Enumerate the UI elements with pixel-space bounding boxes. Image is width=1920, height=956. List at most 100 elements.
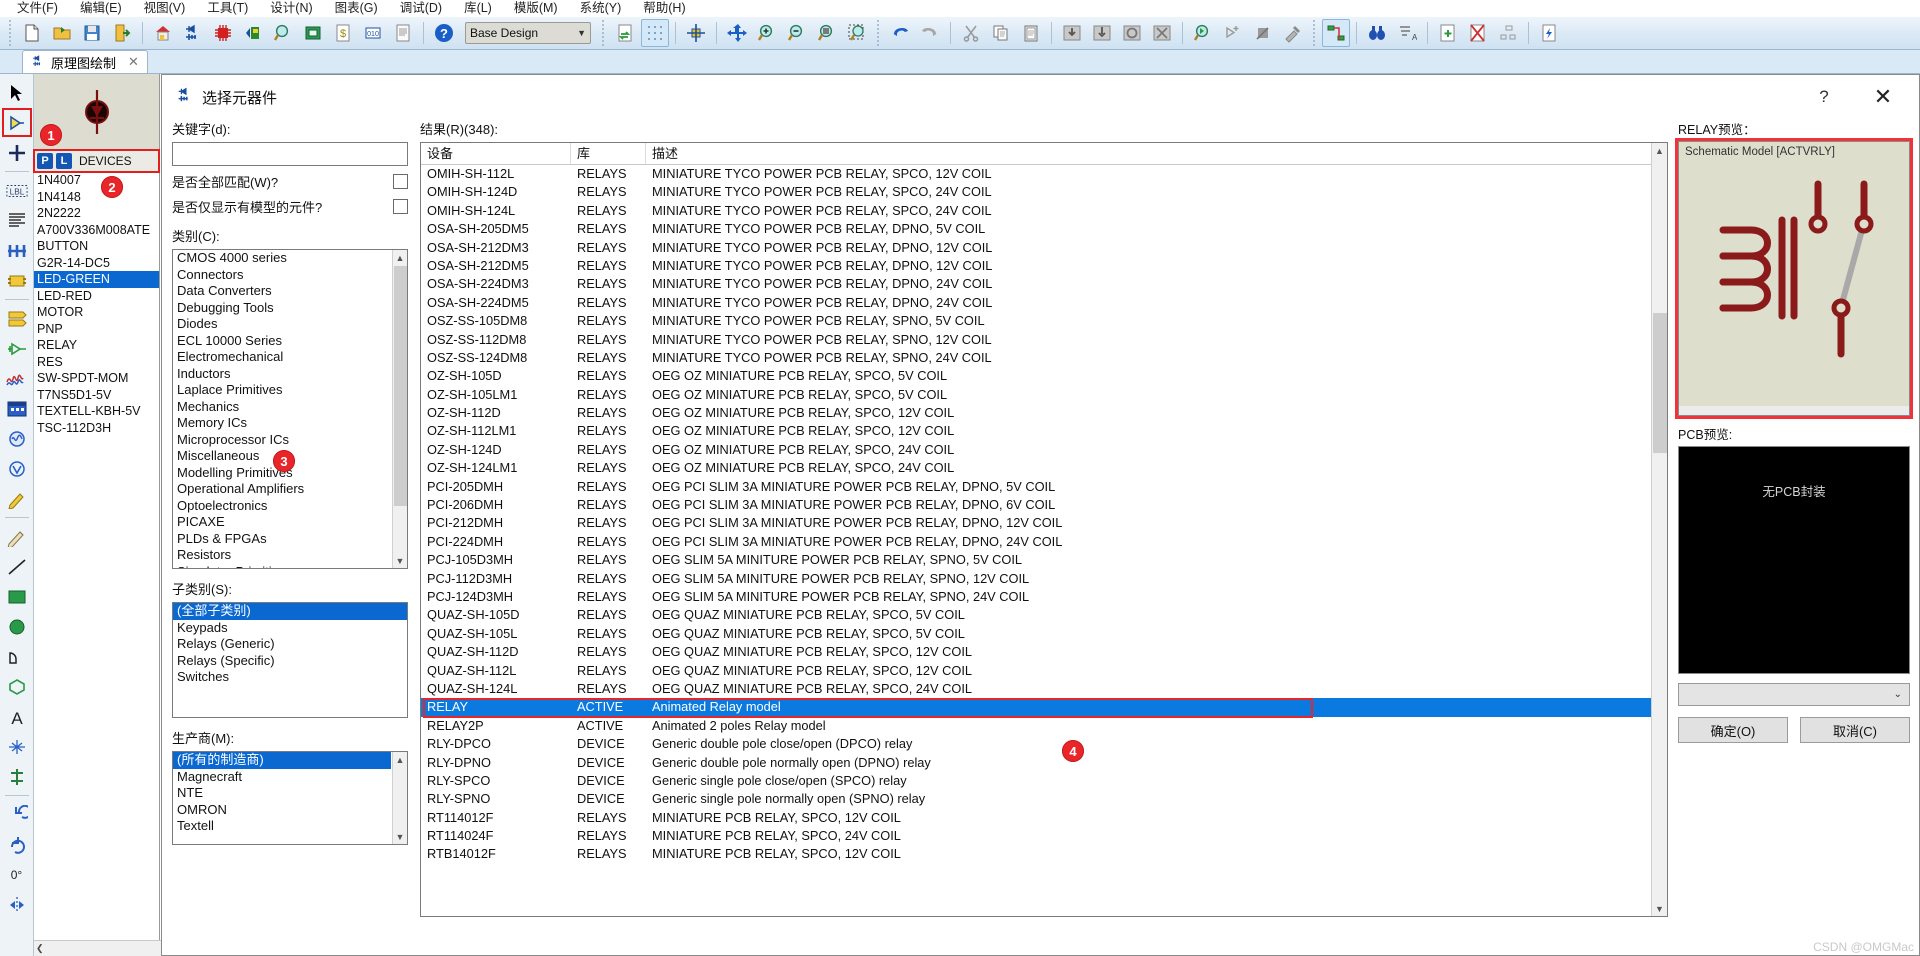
table-row[interactable]: OZ-SH-112D RELAYS OEG OZ MINIATURE PCB REL… bbox=[421, 404, 1667, 422]
pan-icon[interactable] bbox=[723, 19, 751, 47]
wrench-icon[interactable] bbox=[1279, 19, 1307, 47]
origin-icon[interactable] bbox=[682, 19, 710, 47]
currency-report-icon[interactable]: $ bbox=[329, 19, 357, 47]
table-row[interactable]: RT114024F RELAYS MINIATURE PCB RELAY, SPCO… bbox=[421, 827, 1667, 845]
toggle-grid-icon[interactable] bbox=[641, 19, 669, 47]
zoom-fit-icon[interactable] bbox=[813, 19, 841, 47]
match-all-checkbox[interactable] bbox=[393, 174, 408, 189]
category-item[interactable]: Diodes bbox=[173, 316, 391, 333]
schematic-preview-hscroll[interactable] bbox=[1679, 406, 1909, 415]
line-2d-icon[interactable] bbox=[2, 552, 32, 581]
table-row[interactable]: QUAZ-SH-112L RELAYS OEG QUAZ MINIATURE PCB… bbox=[421, 662, 1667, 680]
menu-item-file[interactable]: 文件(F) bbox=[6, 0, 69, 17]
zoom-in-icon[interactable] bbox=[753, 19, 781, 47]
help-icon[interactable]: ? bbox=[430, 19, 458, 47]
category-item[interactable]: Electromechanical bbox=[173, 349, 391, 366]
category-item[interactable]: Resistors bbox=[173, 547, 391, 564]
cut-icon[interactable] bbox=[957, 19, 985, 47]
device-list-item[interactable]: 1N4148 bbox=[34, 189, 159, 206]
results-scroll-down-icon[interactable]: ▼ bbox=[1652, 901, 1667, 916]
table-row[interactable]: OZ-SH-124LM1 RELAYS OEG OZ MINIATURE PCB R… bbox=[421, 459, 1667, 477]
toolbar-grip[interactable] bbox=[7, 20, 14, 46]
toolbar-grip-3[interactable] bbox=[875, 20, 882, 46]
terminal-mode-icon[interactable] bbox=[2, 304, 32, 333]
rotation-angle-label[interactable]: 0° bbox=[2, 860, 32, 889]
device-list-item[interactable]: A700V336M008ATE bbox=[34, 222, 159, 239]
category-item[interactable]: Simulator Primitives bbox=[173, 564, 391, 569]
match-all-row[interactable]: 是否全部匹配(W)? bbox=[172, 172, 408, 191]
results-scroll-thumb[interactable] bbox=[1653, 313, 1667, 453]
device-list-item[interactable]: PNP bbox=[34, 321, 159, 338]
table-row[interactable]: OMIH-SH-112L RELAYS MINIATURE TYCO POWER P… bbox=[421, 165, 1667, 183]
run-simulation-icon[interactable] bbox=[1535, 19, 1563, 47]
table-row[interactable]: OSA-SH-212DM5 RELAYS MINIATURE TYCO POWER … bbox=[421, 257, 1667, 275]
only-models-row[interactable]: 是否仅显示有模型的元件? bbox=[172, 197, 408, 216]
table-row[interactable]: OMIH-SH-124D RELAYS MINIATURE TYCO POWER P… bbox=[421, 183, 1667, 201]
text-script-mode-icon[interactable] bbox=[2, 206, 32, 235]
device-list-item[interactable]: G2R-14-DC5 bbox=[34, 255, 159, 272]
circle-2d-icon[interactable] bbox=[2, 612, 32, 641]
table-row[interactable]: OZ-SH-112LM1 RELAYS OEG OZ MINIATURE PCB R… bbox=[421, 422, 1667, 440]
manufacturer-item[interactable]: Magnecraft bbox=[173, 769, 391, 786]
bill-of-materials-icon[interactable] bbox=[299, 19, 327, 47]
table-row[interactable]: PCI-205DMH RELAYS OEG PCI SLIM 3A MINIATUR… bbox=[421, 478, 1667, 496]
device-list-item[interactable]: RES bbox=[34, 354, 159, 371]
table-row[interactable]: OSZ-SS-112DM8 RELAYS MINIATURE TYCO POWER … bbox=[421, 331, 1667, 349]
netlist-compile-icon[interactable] bbox=[1322, 19, 1350, 47]
device-list-item[interactable]: TSC-112D3H bbox=[34, 420, 159, 437]
menu-item-help[interactable]: 帮助(H) bbox=[632, 0, 696, 17]
redo-icon[interactable] bbox=[916, 19, 944, 47]
category-item[interactable]: Connectors bbox=[173, 267, 391, 284]
keyword-input[interactable] bbox=[172, 142, 408, 166]
category-item[interactable]: Mechanics bbox=[173, 399, 391, 416]
category-item[interactable]: PICAXE bbox=[173, 514, 391, 531]
category-scroll-thumb[interactable] bbox=[394, 266, 407, 506]
rotate-icon[interactable] bbox=[1118, 19, 1146, 47]
zoom-out-icon[interactable] bbox=[783, 19, 811, 47]
column-header-description[interactable]: 描述 bbox=[646, 143, 1667, 164]
device-pin-mode-icon[interactable] bbox=[2, 334, 32, 363]
voltage-probe-mode-icon[interactable] bbox=[2, 454, 32, 483]
subcategory-item[interactable]: Relays (Specific) bbox=[173, 653, 407, 670]
generator-mode-icon[interactable] bbox=[2, 424, 32, 453]
table-row[interactable]: OZ-SH-105LM1 RELAYS OEG OZ MINIATURE PCB R… bbox=[421, 386, 1667, 404]
text-2d-icon[interactable]: A bbox=[2, 702, 32, 731]
category-item[interactable]: Operational Amplifiers bbox=[173, 481, 391, 498]
pencil-2d-icon[interactable] bbox=[2, 522, 32, 551]
device-list-item[interactable]: T7NS5D1-5V bbox=[34, 387, 159, 404]
table-row[interactable]: QUAZ-SH-105L RELAYS OEG QUAZ MINIATURE PCB… bbox=[421, 625, 1667, 643]
selection-mode-icon[interactable] bbox=[2, 78, 32, 107]
close-icon[interactable]: ✕ bbox=[122, 54, 139, 70]
property-assign-icon[interactable]: A bbox=[1393, 19, 1421, 47]
ok-button[interactable]: 确定(O) bbox=[1678, 717, 1788, 743]
subcategory-item[interactable]: Switches bbox=[173, 669, 407, 686]
scroll-up-icon-2[interactable]: ▲ bbox=[393, 752, 407, 767]
category-item[interactable]: Data Converters bbox=[173, 283, 391, 300]
menu-item-template[interactable]: 模版(M) bbox=[503, 0, 569, 17]
table-row[interactable]: PCJ-105D3MH RELAYS OEG SLIM 5A MINITURE PO… bbox=[421, 551, 1667, 569]
table-row[interactable]: OSA-SH-212DM3 RELAYS MINIATURE TYCO POWER … bbox=[421, 239, 1667, 257]
new-sheet-icon[interactable] bbox=[1434, 19, 1462, 47]
category-item[interactable]: CMOS 4000 series bbox=[173, 250, 391, 267]
find-icon[interactable] bbox=[1363, 19, 1391, 47]
device-list-item[interactable]: MOTOR bbox=[34, 304, 159, 321]
device-list-item[interactable]: BUTTON bbox=[34, 238, 159, 255]
column-header-library[interactable]: 库 bbox=[571, 143, 646, 164]
netlist-icon[interactable]: 010 bbox=[359, 19, 387, 47]
search-icon[interactable] bbox=[269, 19, 297, 47]
menu-item-library[interactable]: 库(L) bbox=[453, 0, 503, 17]
toolbar-grip-4[interactable] bbox=[1311, 20, 1318, 46]
table-row[interactable]: RLY-SPNO DEVICE Generic single pole normal… bbox=[421, 790, 1667, 808]
device-list-item[interactable]: RELAY bbox=[34, 337, 159, 354]
menu-item-tools[interactable]: 工具(T) bbox=[196, 0, 259, 17]
align-bottom-icon[interactable] bbox=[1088, 19, 1116, 47]
table-row[interactable]: QUAZ-SH-112D RELAYS OEG QUAZ MINIATURE PCB… bbox=[421, 643, 1667, 661]
home-icon[interactable] bbox=[149, 19, 177, 47]
zoom-area-icon[interactable] bbox=[843, 19, 871, 47]
manufacturer-list[interactable]: (所有的制造商) Magnecraft NTE OMRON Textell ▲ ▼ bbox=[172, 751, 408, 845]
results-scrollbar[interactable]: ▲ ▼ bbox=[1651, 143, 1667, 916]
device-list-item[interactable]: LED-GREEN bbox=[34, 271, 159, 288]
table-row[interactable]: RLY-SPCO DEVICE Generic single pole close/… bbox=[421, 772, 1667, 790]
paste-icon[interactable] bbox=[1017, 19, 1045, 47]
table-row[interactable]: PCJ-124D3MH RELAYS OEG SLIM 5A MINITURE PO… bbox=[421, 588, 1667, 606]
